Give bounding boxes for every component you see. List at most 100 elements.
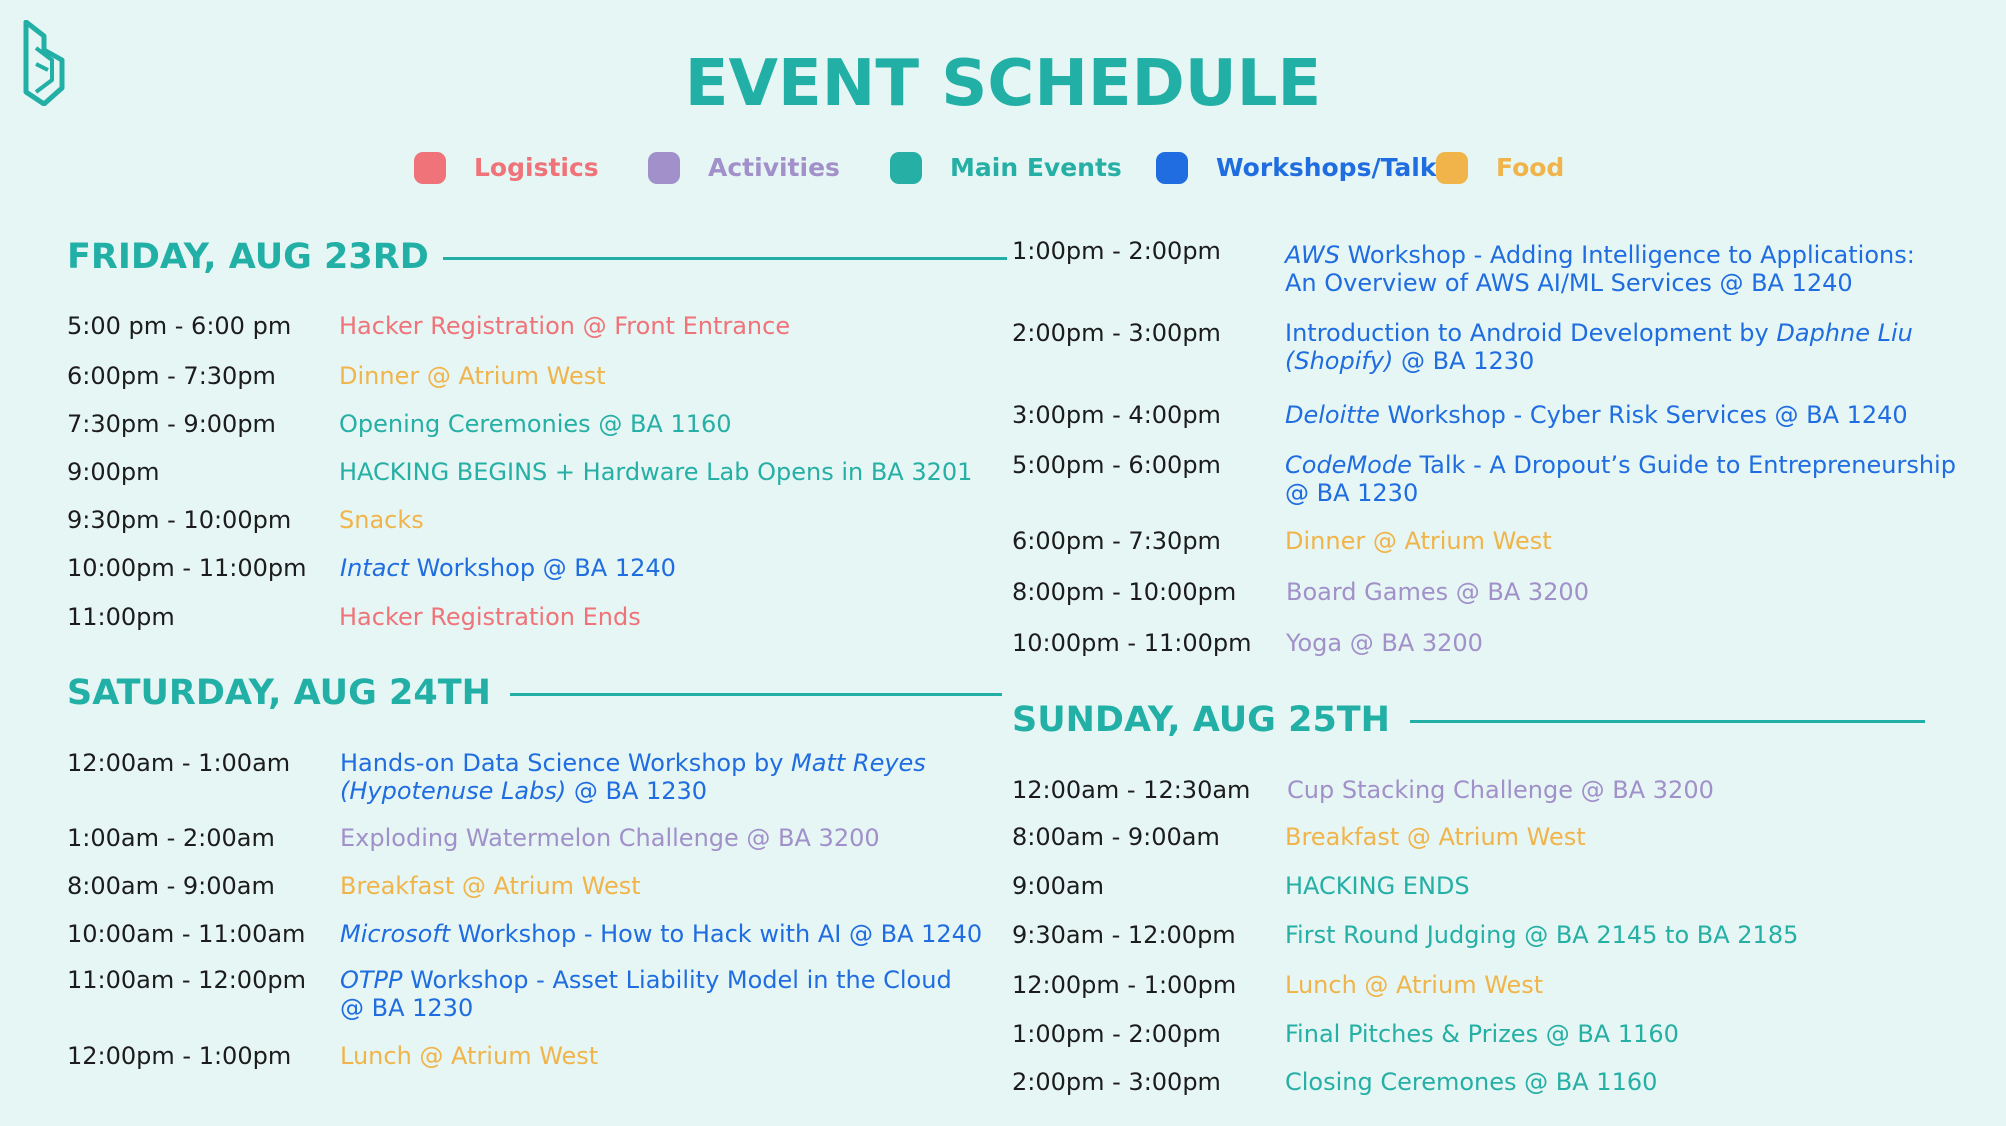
- event-time: 10:00pm - 11:00pm: [1012, 629, 1252, 657]
- event-desc-line2: @ BA 1230: [1285, 479, 1419, 507]
- speaker-affiliation: (Shopify): [1285, 347, 1394, 375]
- event-desc-text: Introduction to Android Development by: [1285, 319, 1777, 347]
- sponsor-name: OTPP: [340, 966, 403, 994]
- legend-item-main-events: Main Events: [890, 148, 1122, 188]
- event-desc-line2: An Overview of AWS AI/ML Services @ BA 1…: [1285, 269, 1853, 297]
- sponsor-name: CodeMode: [1285, 451, 1412, 479]
- day-divider: [1410, 720, 1925, 723]
- day-divider: [510, 693, 1002, 696]
- day-section-sunday: SUNDAY, AUG 25TH: [1012, 692, 1932, 748]
- event-desc: HACKING BEGINS + Hardware Lab Opens in B…: [339, 458, 973, 486]
- event-time: 7:30pm - 9:00pm: [67, 410, 276, 438]
- event-desc-text: Workshop - Cyber Risk Services @ BA 1240: [1379, 401, 1908, 429]
- event-time: 6:00pm - 7:30pm: [1012, 527, 1221, 555]
- event-desc-text: @ BA 1230: [1393, 347, 1535, 375]
- event-time: 10:00am - 11:00am: [67, 920, 306, 948]
- event-desc: Yoga @ BA 3200: [1286, 629, 1483, 657]
- event-desc: Lunch @ Atrium West: [1285, 971, 1544, 999]
- legend-label-logistics: Logistics: [474, 153, 599, 182]
- event-desc: Introduction to Android Development by D…: [1285, 319, 1913, 347]
- sponsor-name: AWS: [1285, 241, 1340, 269]
- speaker-name: Daphne Liu: [1776, 319, 1913, 347]
- event-desc-text: Hands-on Data Science Workshop by: [340, 749, 792, 777]
- event-desc: Dinner @ Atrium West: [1285, 527, 1552, 555]
- day-divider: [443, 257, 1007, 260]
- legend-item-logistics: Logistics: [414, 148, 599, 188]
- event-desc: Microsoft Workshop - How to Hack with AI…: [340, 920, 982, 948]
- page-title: EVENT SCHEDULE: [684, 47, 1322, 121]
- day-title: SUNDAY, AUG 25TH: [1012, 700, 1390, 740]
- sponsor-name: Intact: [340, 554, 410, 582]
- event-desc: Intact Workshop @ BA 1240: [340, 554, 676, 582]
- event-time: 9:30am - 12:00pm: [1012, 921, 1236, 949]
- event-desc-text: Talk - A Dropout’s Guide to Entrepreneur…: [1411, 451, 1956, 479]
- legend-item-activities: Activities: [648, 148, 840, 188]
- event-time: 1:00pm - 2:00pm: [1012, 1020, 1221, 1048]
- event-desc: Final Pitches & Prizes @ BA 1160: [1285, 1020, 1679, 1048]
- event-time: 2:00pm - 3:00pm: [1012, 1068, 1221, 1096]
- legend-item-food: Food: [1436, 148, 1564, 188]
- event-time: 12:00pm - 1:00pm: [1012, 971, 1237, 999]
- event-desc: Breakfast @ Atrium West: [1285, 823, 1586, 851]
- event-desc-text: Workshop - Asset Liability Model in the …: [402, 966, 952, 994]
- speaker-affiliation: (Hypotenuse Labs): [340, 777, 567, 805]
- legend-swatch-logistics: [414, 152, 446, 184]
- event-desc-text: Workshop - How to Hack with AI @ BA 1240: [450, 920, 983, 948]
- event-time: 9:00am: [1012, 872, 1104, 900]
- event-desc-text: @ BA 1230: [566, 777, 708, 805]
- event-time: 5:00pm - 6:00pm: [1012, 451, 1221, 479]
- day-section-saturday: SATURDAY, AUG 24TH: [67, 665, 1002, 721]
- legend-swatch-workshops-talks: [1156, 152, 1188, 184]
- legend-label-food: Food: [1496, 153, 1565, 182]
- event-desc: Hacker Registration @ Front Entrance: [339, 312, 791, 340]
- event-desc-line2: (Hypotenuse Labs) @ BA 1230: [340, 777, 707, 805]
- legend-label-activities: Activities: [708, 153, 840, 182]
- event-time: 11:00am - 12:00pm: [67, 966, 306, 994]
- event-desc: Snacks: [339, 506, 424, 534]
- event-desc: Deloitte Workshop - Cyber Risk Services …: [1285, 401, 1908, 429]
- event-time: 9:30pm - 10:00pm: [67, 506, 292, 534]
- legend-label-main-events: Main Events: [950, 153, 1122, 182]
- event-time: 1:00pm - 2:00pm: [1012, 237, 1221, 265]
- sponsor-name: Microsoft: [340, 920, 451, 948]
- event-desc: AWS Workshop - Adding Intelligence to Ap…: [1285, 241, 1915, 269]
- event-desc: Hacker Registration Ends: [339, 603, 641, 631]
- event-desc: Hands-on Data Science Workshop by Matt R…: [340, 749, 926, 777]
- legend-item-workshops-talks: Workshops/Talks: [1156, 148, 1451, 188]
- event-desc: Breakfast @ Atrium West: [340, 872, 641, 900]
- legend-swatch-main-events: [890, 152, 922, 184]
- event-desc: Opening Ceremonies @ BA 1160: [339, 410, 732, 438]
- event-desc: OTPP Workshop - Asset Liability Model in…: [340, 966, 952, 994]
- event-time: 10:00pm - 11:00pm: [67, 554, 307, 582]
- event-desc: HACKING ENDS: [1285, 872, 1470, 900]
- day-title: SATURDAY, AUG 24TH: [67, 673, 491, 713]
- event-desc-text: Workshop - Adding Intelligence to Applic…: [1339, 241, 1915, 269]
- event-time: 12:00am - 1:00am: [67, 749, 291, 777]
- legend-label-workshops-talks: Workshops/Talks: [1216, 153, 1452, 182]
- legend-swatch-food: [1436, 152, 1468, 184]
- event-desc: Board Games @ BA 3200: [1286, 578, 1589, 606]
- event-desc-text: Workshop @ BA 1240: [409, 554, 676, 582]
- event-desc: Dinner @ Atrium West: [339, 362, 606, 390]
- day-header: SUNDAY, AUG 25TH: [1012, 692, 1932, 748]
- event-desc-line2: @ BA 1230: [340, 994, 474, 1022]
- event-desc: Cup Stacking Challenge @ BA 3200: [1287, 776, 1714, 804]
- event-time: 12:00am - 12:30am: [1012, 776, 1251, 804]
- event-time: 8:00pm - 10:00pm: [1012, 578, 1237, 606]
- event-time: 2:00pm - 3:00pm: [1012, 319, 1221, 347]
- event-time: 9:00pm: [67, 458, 160, 486]
- day-title: FRIDAY, AUG 23RD: [67, 237, 429, 277]
- event-desc-line2: (Shopify) @ BA 1230: [1285, 347, 1534, 375]
- day-header: FRIDAY, AUG 23RD: [67, 229, 1007, 285]
- event-time: 8:00am - 9:00am: [1012, 823, 1220, 851]
- legend-swatch-activities: [648, 152, 680, 184]
- sponsor-name: Deloitte: [1285, 401, 1380, 429]
- event-time: 12:00pm - 1:00pm: [67, 1042, 292, 1070]
- event-time: 3:00pm - 4:00pm: [1012, 401, 1221, 429]
- event-time: 8:00am - 9:00am: [67, 872, 275, 900]
- event-desc: Closing Ceremones @ BA 1160: [1285, 1068, 1658, 1096]
- day-header: SATURDAY, AUG 24TH: [67, 665, 1002, 721]
- event-desc: First Round Judging @ BA 2145 to BA 2185: [1285, 921, 1799, 949]
- event-time: 6:00pm - 7:30pm: [67, 362, 276, 390]
- event-time: 1:00am - 2:00am: [67, 824, 275, 852]
